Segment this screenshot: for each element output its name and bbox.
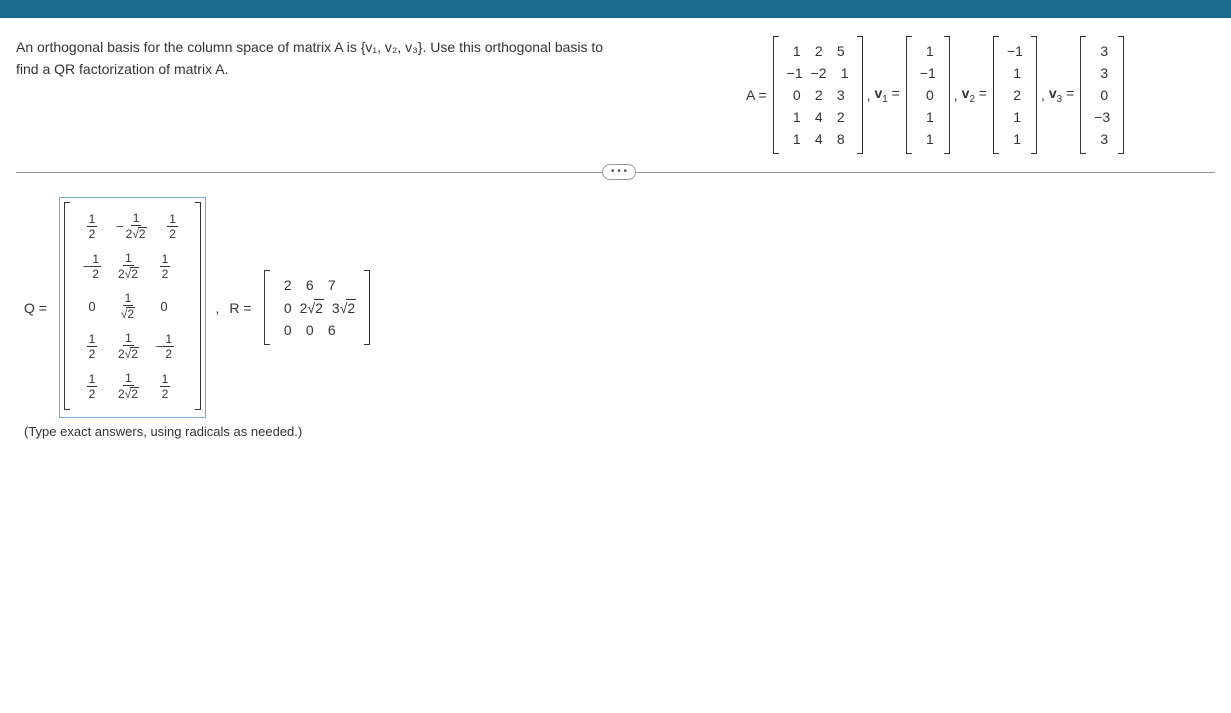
cell: − 12 — [147, 326, 183, 366]
cell: −1 — [1003, 40, 1027, 62]
comma: , — [1041, 87, 1045, 103]
cell: 12 — [74, 326, 110, 366]
label-R: R = — [229, 300, 251, 316]
cell: 1 — [1003, 106, 1025, 128]
cell: 8 — [827, 128, 849, 150]
answer-area: Q = 12− 12212− 1212212012012122− 1212122… — [16, 197, 1215, 418]
problem-text: An orthogonal basis for the column space… — [16, 36, 746, 81]
divider: • • • — [16, 172, 1215, 173]
cell: 1 — [916, 106, 938, 128]
problem-row: An orthogonal basis for the column space… — [16, 36, 1215, 154]
cell: 4 — [805, 106, 827, 128]
cell: − 12 — [74, 246, 110, 286]
problem-line1a: An orthogonal basis for the column space… — [16, 39, 361, 55]
cell: 1 — [1003, 62, 1025, 84]
cell: 3 — [1090, 62, 1112, 84]
cell: 0 — [916, 84, 938, 106]
problem-line1b: . Use this orthogonal basis to — [423, 39, 604, 55]
cell: 1 — [783, 106, 805, 128]
cell: 12 — [74, 366, 110, 406]
cell: 2 — [805, 40, 827, 62]
content: An orthogonal basis for the column space… — [0, 18, 1231, 449]
cell: 4 — [805, 128, 827, 150]
cell: 6 — [296, 274, 318, 296]
cell: 1 — [1003, 128, 1025, 150]
header-bar — [0, 0, 1231, 18]
cell: 2 — [805, 84, 827, 106]
cell: 0 — [274, 296, 296, 319]
cell: −3 — [1090, 106, 1114, 128]
cell: 1 — [831, 62, 853, 84]
given-matrices: A = 125−1−21023142148 , v1 = 1−1011 , v2… — [746, 36, 1124, 154]
cell: − 122 — [110, 206, 155, 246]
cell: 3 — [1090, 40, 1112, 62]
cell: 122 — [110, 366, 147, 406]
cell: −2 — [807, 62, 831, 84]
cell: 122 — [110, 246, 147, 286]
hint-text: (Type exact answers, using radicals as n… — [16, 418, 1215, 439]
cell: 1 — [916, 40, 938, 62]
cell: 0 — [783, 84, 805, 106]
cell: −1 — [916, 62, 940, 84]
matrix-R: 26702232006 — [264, 270, 371, 345]
cell: 0 — [274, 319, 296, 341]
comma: , — [954, 87, 958, 103]
vector-v2: −11211 — [993, 36, 1037, 154]
label-Q: Q = — [24, 300, 47, 316]
label-v1: v1 = — [874, 85, 899, 105]
cell: 12 — [110, 286, 146, 326]
cell: 1 — [783, 128, 805, 150]
cell: 122 — [110, 326, 147, 366]
cell: 5 — [827, 40, 849, 62]
comma: , — [867, 87, 871, 103]
label-v2: v2 = — [962, 85, 987, 105]
cell: 1 — [916, 128, 938, 150]
cell: 1 — [783, 40, 805, 62]
problem-line2: find a QR factorization of matrix A. — [16, 61, 228, 77]
label-v3: v3 = — [1049, 85, 1074, 105]
cell: −1 — [783, 62, 807, 84]
cell: 22 — [296, 296, 328, 319]
cell: 12 — [147, 366, 183, 406]
matrix-Q: 12− 12212− 1212212012012122− 121212212 — [64, 202, 201, 410]
cell: 3 — [1090, 128, 1112, 150]
cell: 32 — [328, 296, 360, 319]
matrix-A: 125−1−21023142148 — [773, 36, 863, 154]
cell: 0 — [296, 319, 318, 341]
comma: , — [216, 300, 220, 316]
cell: 12 — [74, 206, 110, 246]
vector-v3: 330−33 — [1080, 36, 1124, 154]
cell: 2 — [274, 274, 296, 296]
cell: 12 — [155, 206, 191, 246]
label-A: A = — [746, 87, 767, 103]
cell: 7 — [318, 274, 340, 296]
cell: 12 — [147, 246, 183, 286]
basis-set: {v₁, v₂, v₃} — [361, 39, 423, 55]
cell: 2 — [1003, 84, 1025, 106]
cell: 2 — [827, 106, 849, 128]
cell: 3 — [827, 84, 849, 106]
answer-Q-box[interactable]: 12− 12212− 1212212012012122− 121212212 — [59, 197, 206, 418]
cell: 0 — [74, 286, 110, 326]
cell: 6 — [318, 319, 340, 341]
vector-v1: 1−1011 — [906, 36, 950, 154]
cell: 0 — [146, 286, 182, 326]
expand-button[interactable]: • • • — [602, 164, 636, 180]
cell: 0 — [1090, 84, 1112, 106]
